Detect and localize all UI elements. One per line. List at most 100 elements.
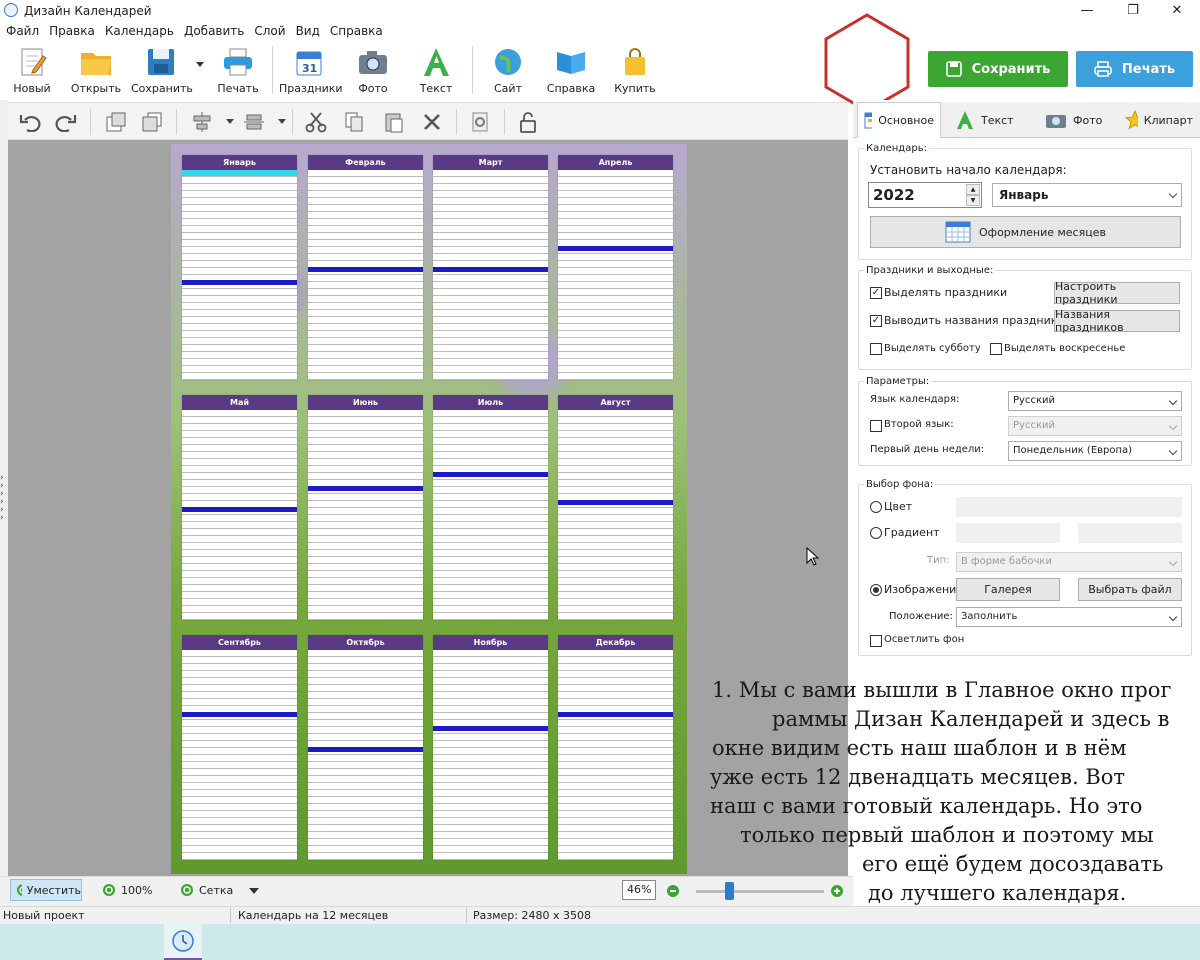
grid-dropdown-arrow-icon[interactable] xyxy=(249,888,259,894)
annotation-line: его ещё будем досоздавать xyxy=(862,852,1164,876)
new-button[interactable]: Новый xyxy=(2,46,62,95)
maximize-button[interactable]: ❐ xyxy=(1110,0,1156,22)
gallery-button[interactable]: Галерея xyxy=(956,578,1060,601)
redo-icon[interactable] xyxy=(52,108,80,136)
grid-button[interactable]: Сетка xyxy=(180,879,233,901)
month-block[interactable]: Май xyxy=(182,395,297,620)
week-highlight-band xyxy=(558,246,673,251)
open-button[interactable]: Открыть xyxy=(66,46,126,95)
shopping-bag-icon xyxy=(618,46,652,78)
month-day-rows xyxy=(433,170,548,380)
tab-main[interactable]: Основное xyxy=(857,102,941,138)
month-day-rows xyxy=(308,170,423,380)
tab-clipart[interactable]: Клипарт xyxy=(1119,102,1199,138)
month-title: Февраль xyxy=(308,155,423,170)
lock-icon[interactable] xyxy=(514,108,542,136)
properties-icon[interactable] xyxy=(466,108,494,136)
window-title: Дизайн Календарей xyxy=(24,4,152,18)
fit-button[interactable]: Уместить xyxy=(10,879,82,901)
left-collapse-strip[interactable]: › › › › › › xyxy=(0,100,8,906)
choose-file-button[interactable]: Выбрать файл xyxy=(1078,578,1182,601)
undo-icon[interactable] xyxy=(16,108,44,136)
menu-help[interactable]: Справка xyxy=(325,22,388,40)
year-up-icon[interactable]: ▲ xyxy=(966,184,980,195)
menu-view[interactable]: Вид xyxy=(291,22,325,40)
year-spinner[interactable]: 2022 ▲ ▼ xyxy=(868,182,982,208)
delete-icon[interactable] xyxy=(418,108,446,136)
photo-button[interactable]: Фото xyxy=(343,46,403,95)
print-button[interactable]: Печать xyxy=(1076,51,1193,87)
minimize-button[interactable]: — xyxy=(1064,0,1110,22)
menu-calendar[interactable]: Календарь xyxy=(100,22,179,40)
print-toolbar-button[interactable]: Печать xyxy=(208,46,268,95)
distribute-dropdown-arrow-icon[interactable] xyxy=(278,119,286,124)
text-button[interactable]: Текст xyxy=(406,46,466,95)
menu-file[interactable]: Файл xyxy=(0,22,44,40)
tab-photo[interactable]: Фото xyxy=(1039,102,1119,138)
taskbar-app-button[interactable] xyxy=(164,924,202,960)
zoom-input[interactable]: 46% xyxy=(622,880,656,900)
calendar-poster[interactable]: Январь Февраль Март Апрель Май Июнь Июль Август… xyxy=(171,144,687,874)
bg-color-radio[interactable] xyxy=(870,501,882,513)
cut-icon[interactable] xyxy=(302,108,330,136)
week-highlight-band xyxy=(433,267,548,272)
start-month-select[interactable]: Январь xyxy=(992,183,1182,207)
menu-add[interactable]: Добавить xyxy=(179,22,249,40)
bg-color-label: Цвет xyxy=(884,500,913,513)
lighten-bg-checkbox[interactable] xyxy=(870,635,882,647)
bg-image-radio[interactable] xyxy=(870,584,882,596)
zoom-100-button[interactable]: 100% xyxy=(102,879,152,901)
toolbar-separator xyxy=(90,109,91,135)
month-block[interactable]: Январь xyxy=(182,155,297,380)
language-label: Язык календаря: xyxy=(870,394,960,405)
align-icon[interactable] xyxy=(188,108,216,136)
months-design-button[interactable]: Оформление месяцев xyxy=(870,216,1181,248)
month-block[interactable]: Октябрь xyxy=(308,635,423,860)
month-block[interactable]: Февраль xyxy=(308,155,423,380)
gradient-color-1 xyxy=(956,523,1060,543)
holidays-button[interactable]: 31 Праздники xyxy=(279,46,343,95)
bring-forward-icon[interactable] xyxy=(102,108,130,136)
copy-icon[interactable] xyxy=(340,108,368,136)
help-button[interactable]: Справка xyxy=(541,46,601,95)
second-language-checkbox[interactable] xyxy=(870,420,882,432)
month-block[interactable]: Март xyxy=(433,155,548,380)
align-dropdown-arrow-icon[interactable] xyxy=(226,119,234,124)
year-down-icon[interactable]: ▼ xyxy=(966,195,980,206)
month-block[interactable]: Сентябрь xyxy=(182,635,297,860)
calendar-31-icon: 31 xyxy=(292,46,326,78)
distribute-icon[interactable] xyxy=(240,108,268,136)
bg-gradient-radio[interactable] xyxy=(870,527,882,539)
tab-text[interactable]: Текст xyxy=(949,102,1029,138)
close-button[interactable]: ✕ xyxy=(1154,0,1200,22)
buy-button[interactable]: Купить xyxy=(605,46,665,95)
menu-layer[interactable]: Слой xyxy=(249,22,290,40)
printer-icon xyxy=(1094,61,1112,77)
highlight-saturday-checkbox[interactable] xyxy=(870,343,882,355)
week-highlight-band xyxy=(308,747,423,752)
save-toolbar-button[interactable]: Сохранить xyxy=(131,46,193,95)
send-backward-icon[interactable] xyxy=(138,108,166,136)
month-block[interactable]: Декабрь xyxy=(558,635,673,860)
month-block[interactable]: Апрель xyxy=(558,155,673,380)
month-block[interactable]: Июнь xyxy=(308,395,423,620)
highlight-sunday-checkbox[interactable] xyxy=(990,343,1002,355)
position-select[interactable]: Заполнить xyxy=(956,607,1182,627)
show-holiday-names-checkbox[interactable]: ✓ xyxy=(870,315,882,327)
month-block[interactable]: Июль xyxy=(433,395,548,620)
save-button[interactable]: Сохранить xyxy=(928,51,1068,87)
configure-holidays-button[interactable]: Настроить праздники xyxy=(1054,280,1180,306)
month-block[interactable]: Август xyxy=(558,395,673,620)
language-select[interactable]: Русский xyxy=(1008,391,1182,411)
first-day-select[interactable]: Понедельник (Европа) xyxy=(1008,441,1182,461)
week-highlight-band xyxy=(558,712,673,717)
zoom-out-icon[interactable] xyxy=(666,884,680,898)
highlight-holidays-checkbox[interactable]: ✓ xyxy=(870,287,882,299)
paste-icon[interactable] xyxy=(380,108,408,136)
holiday-names-button[interactable]: Названия праздников xyxy=(1054,308,1180,334)
menu-edit[interactable]: Правка xyxy=(44,22,100,40)
site-button[interactable]: Сайт xyxy=(478,46,538,95)
save-dropdown-arrow-icon[interactable] xyxy=(196,62,204,67)
month-block[interactable]: Ноябрь xyxy=(433,635,548,860)
week-highlight-band xyxy=(182,507,297,512)
